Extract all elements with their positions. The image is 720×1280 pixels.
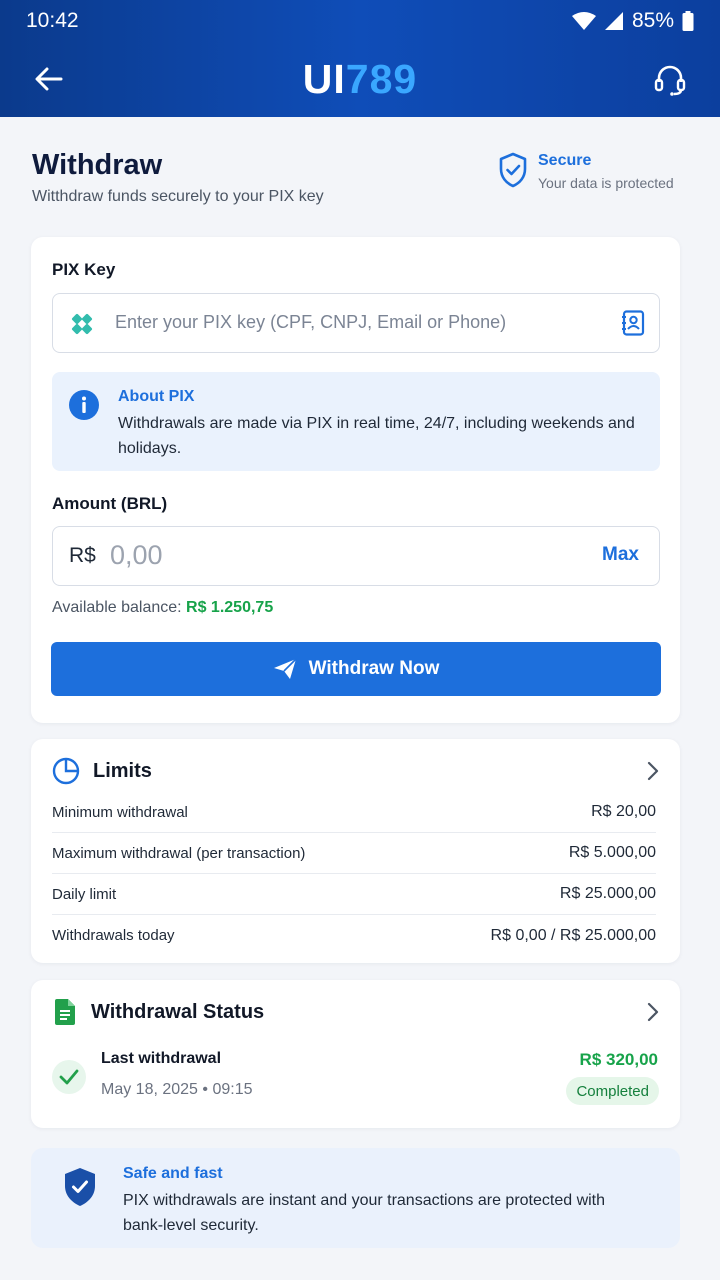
last-withdrawal-date: May 18, 2025 • 09:15 bbox=[101, 1081, 253, 1098]
limits-header[interactable]: Limits bbox=[52, 756, 659, 786]
contacts-button[interactable] bbox=[621, 310, 645, 341]
status-icons: 85% bbox=[571, 9, 694, 33]
logo-text-789: 789 bbox=[345, 56, 418, 102]
pie-chart-icon bbox=[52, 757, 80, 785]
balance-value: R$ 1.250,75 bbox=[186, 599, 274, 616]
app-header: 10:42 85% UI789 bbox=[0, 0, 720, 117]
battery-percent: 85% bbox=[631, 9, 674, 32]
support-button[interactable] bbox=[650, 60, 690, 100]
limit-value: R$ 5.000,00 bbox=[568, 844, 656, 861]
status-time: 10:42 bbox=[26, 9, 79, 32]
battery-icon bbox=[682, 11, 694, 31]
limit-row-maximum: Maximum withdrawal (per transaction) R$ … bbox=[52, 833, 656, 874]
pix-key-label: PIX Key bbox=[52, 260, 116, 279]
chevron-right-icon[interactable] bbox=[647, 1002, 659, 1022]
amount-input[interactable] bbox=[110, 527, 510, 584]
brand-logo: UI789 bbox=[0, 56, 720, 103]
logo-text-ui: UI bbox=[302, 56, 346, 102]
withdrawal-status-card: Withdrawal Status Last withdrawal May 18… bbox=[31, 980, 680, 1128]
shield-check-icon bbox=[65, 1168, 95, 1206]
pix-key-field[interactable] bbox=[52, 293, 660, 353]
contact-book-icon bbox=[622, 310, 645, 336]
about-pix-info: About PIX Withdrawals are made via PIX i… bbox=[52, 372, 660, 471]
headset-icon bbox=[654, 65, 686, 96]
limit-row-minimum: Minimum withdrawal R$ 20,00 bbox=[52, 792, 656, 833]
max-button[interactable]: Max bbox=[602, 544, 639, 566]
secure-subtitle: Your data is protected bbox=[538, 175, 674, 191]
amount-label: Amount (BRL) bbox=[52, 494, 168, 513]
status-header[interactable]: Withdrawal Status bbox=[52, 997, 659, 1027]
safe-title: Safe and fast bbox=[123, 1165, 223, 1182]
pix-logo-icon bbox=[71, 313, 93, 335]
safe-and-fast-banner: Safe and fast PIX withdrawals are instan… bbox=[31, 1148, 680, 1248]
info-icon bbox=[69, 390, 99, 420]
limit-label: Daily limit bbox=[52, 885, 117, 903]
wifi-icon bbox=[571, 12, 596, 30]
limit-value: R$ 0,00 / R$ 25.000,00 bbox=[490, 926, 656, 944]
available-balance: Available balance: R$ 1.250,75 bbox=[52, 599, 273, 617]
page-title: Withdraw bbox=[32, 149, 163, 181]
page-subtitle: Witthdraw funds securely to your PIX key bbox=[32, 188, 324, 205]
send-icon bbox=[273, 658, 297, 679]
limit-label: Maximum withdrawal (per transaction) bbox=[52, 844, 306, 862]
document-icon bbox=[55, 999, 75, 1025]
limit-row-daily: Daily limit R$ 25.000,00 bbox=[52, 874, 656, 915]
status-badge: Completed bbox=[566, 1077, 659, 1105]
last-withdrawal-amount: R$ 320,00 bbox=[579, 1050, 658, 1069]
pix-key-input[interactable] bbox=[115, 294, 605, 351]
limits-card: Limits Minimum withdrawal R$ 20,00 Maxim… bbox=[31, 739, 680, 963]
limit-row-today: Withdrawals today R$ 0,00 / R$ 25.000,00 bbox=[52, 915, 656, 956]
withdraw-now-button[interactable]: Withdraw Now bbox=[51, 642, 661, 696]
currency-prefix: R$ bbox=[69, 544, 96, 567]
limit-label: Withdrawals today bbox=[52, 927, 175, 944]
balance-label: Available balance: bbox=[52, 599, 182, 616]
info-text: Withdrawals are made via PIX in real tim… bbox=[118, 415, 635, 457]
limits-title: Limits bbox=[93, 759, 152, 782]
status-title: Withdrawal Status bbox=[91, 1000, 265, 1023]
limit-value: R$ 20,00 bbox=[591, 803, 656, 820]
withdraw-now-label: Withdraw Now bbox=[308, 658, 440, 679]
limits-list: Minimum withdrawal R$ 20,00 Maximum with… bbox=[52, 792, 656, 956]
withdraw-form-card: PIX Key About PIX Withdrawals are made v… bbox=[31, 237, 680, 723]
secure-title: Secure bbox=[538, 152, 592, 169]
limit-label: Minimum withdrawal bbox=[52, 803, 188, 821]
signal-icon bbox=[604, 12, 623, 30]
last-withdrawal-title: Last withdrawal bbox=[101, 1050, 222, 1067]
amount-field[interactable]: R$ Max bbox=[52, 526, 660, 586]
info-title: About PIX bbox=[118, 388, 195, 405]
shield-check-icon bbox=[499, 152, 527, 188]
secure-indicator: Secure Your data is protected bbox=[498, 152, 674, 191]
safe-text: PIX withdrawals are instant and your tra… bbox=[123, 1192, 606, 1234]
check-icon bbox=[52, 1060, 86, 1094]
chevron-right-icon[interactable] bbox=[647, 761, 659, 781]
limit-value: R$ 25.000,00 bbox=[559, 885, 656, 902]
